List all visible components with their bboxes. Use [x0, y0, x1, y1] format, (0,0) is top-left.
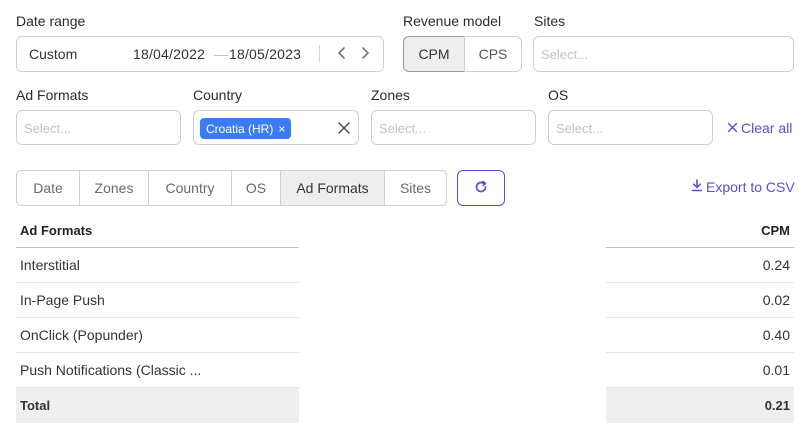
close-icon[interactable] — [336, 120, 352, 136]
date-range-from[interactable]: 18/04/2022 — [133, 46, 205, 62]
table-total-row: Total — [16, 388, 299, 423]
zones-label: Zones — [371, 87, 410, 103]
ad-formats-label: Ad Formats — [16, 87, 89, 103]
date-range-dash: — — [214, 46, 228, 62]
table-row: Push Notifications (Classic ... — [16, 353, 299, 388]
close-icon — [727, 120, 738, 136]
row-name: OnClick (Popunder) — [20, 327, 143, 343]
row-cpm: 0.24 — [762, 257, 790, 273]
sites-label: Sites — [534, 13, 566, 29]
download-icon — [691, 179, 703, 195]
row-cpm: 0.01 — [762, 362, 790, 378]
date-range-to[interactable]: 18/05/2023 — [229, 46, 301, 62]
report-table-metric-column: CPM 0.24 0.02 0.40 0.01 0.21 — [606, 214, 794, 423]
clear-all-label: Clear all — [741, 120, 793, 136]
row-name: In-Page Push — [20, 292, 105, 308]
country-select[interactable]: Croatia (HR) × — [193, 110, 359, 145]
table-row: 0.02 — [606, 283, 794, 318]
tab-os[interactable]: OS — [232, 171, 281, 205]
export-csv-label: Export to CSV — [706, 179, 795, 195]
date-range-mode[interactable]: Custom — [29, 46, 77, 62]
table-row: OnClick (Popunder) — [16, 318, 299, 353]
table-row: 0.40 — [606, 318, 794, 353]
date-range-label: Date range — [16, 13, 86, 29]
export-csv-link[interactable]: Export to CSV — [691, 179, 795, 195]
sites-placeholder: Select... — [541, 47, 588, 62]
total-cpm: 0.21 — [764, 398, 790, 413]
table-row: In-Page Push — [16, 283, 299, 318]
tab-date[interactable]: Date — [17, 171, 80, 205]
os-select[interactable]: Select... — [548, 110, 713, 145]
column-header-cpm[interactable]: CPM — [761, 223, 790, 238]
table-row: 0.01 — [606, 353, 794, 388]
os-placeholder: Select... — [556, 121, 603, 136]
revenue-model-label: Revenue model — [403, 13, 502, 29]
row-name: Interstitial — [20, 257, 80, 273]
column-header-ad-formats[interactable]: Ad Formats — [20, 223, 92, 238]
zones-placeholder: Select... — [379, 121, 426, 136]
tab-ad-formats[interactable]: Ad Formats — [281, 171, 385, 205]
report-table-dimension-column: Ad Formats Interstitial In-Page Push OnC… — [16, 214, 299, 423]
close-icon[interactable]: × — [278, 123, 285, 135]
revenue-model-cps-button[interactable]: CPS — [464, 36, 522, 72]
table-row: Interstitial — [16, 248, 299, 283]
country-chip: Croatia (HR) × — [200, 118, 292, 139]
row-cpm: 0.40 — [762, 327, 790, 343]
chevron-right-icon[interactable] — [356, 43, 374, 63]
zones-select[interactable]: Select... — [371, 110, 536, 145]
clear-all-button[interactable]: Clear all — [727, 120, 792, 136]
ad-formats-select[interactable]: Select... — [16, 110, 181, 145]
table-row: 0.24 — [606, 248, 794, 283]
country-chip-label: Croatia (HR) — [206, 121, 274, 136]
table-header: CPM — [606, 214, 794, 248]
revenue-model-cpm-button[interactable]: CPM — [403, 36, 465, 72]
total-label: Total — [20, 398, 51, 413]
os-label: OS — [548, 87, 569, 103]
country-label: Country — [193, 87, 243, 103]
date-range-divider — [319, 45, 320, 63]
table-total-row: 0.21 — [606, 388, 794, 423]
group-by-tabs: Date Zones Country OS Ad Formats Sites — [16, 170, 447, 206]
refresh-icon — [474, 180, 488, 197]
tab-zones[interactable]: Zones — [80, 171, 149, 205]
row-cpm: 0.02 — [762, 292, 790, 308]
chevron-left-icon[interactable] — [333, 43, 351, 63]
date-range-picker[interactable]: Custom 18/04/2022 — 18/05/2023 — [16, 36, 384, 72]
ad-formats-placeholder: Select... — [24, 121, 71, 136]
tab-country[interactable]: Country — [149, 171, 232, 205]
sites-select[interactable]: Select... — [533, 36, 794, 72]
row-name: Push Notifications (Classic ... — [20, 362, 202, 378]
table-header: Ad Formats — [16, 214, 299, 248]
refresh-button[interactable] — [457, 170, 505, 206]
tab-sites[interactable]: Sites — [385, 171, 446, 205]
